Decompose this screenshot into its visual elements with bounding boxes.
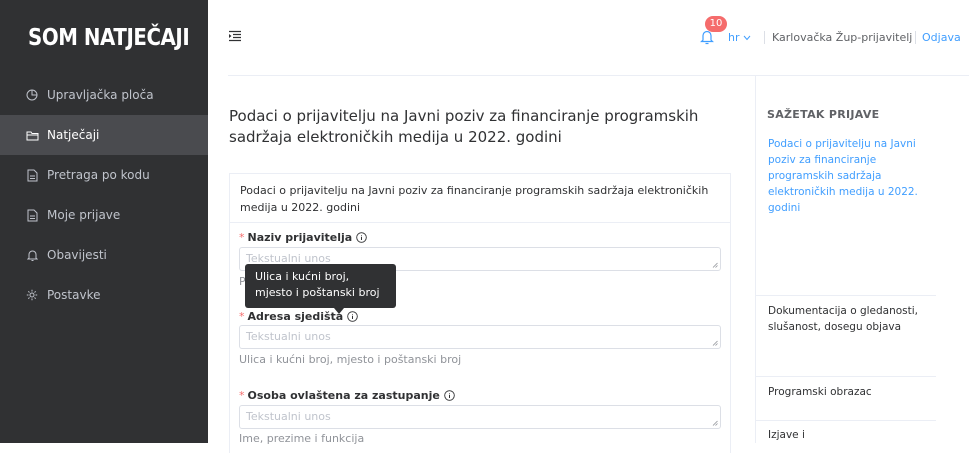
- sidebar-menu: Upravljačka ploča Natječaji Pretraga po …: [0, 75, 208, 315]
- required-marker: *: [239, 231, 245, 244]
- info-icon[interactable]: [356, 232, 367, 243]
- logout-link[interactable]: Odjava: [915, 31, 961, 44]
- required-marker: *: [239, 310, 245, 323]
- brand-logo[interactable]: SOM NATJEČAJI: [0, 0, 208, 75]
- field-label-text: Osoba ovlaštena za zastupanje: [247, 389, 440, 402]
- required-marker: *: [239, 389, 245, 402]
- form-card-header: Podaci o prijavitelju na Javni poziv za …: [230, 174, 730, 223]
- field-label-text: Naziv prijavitelja: [247, 231, 353, 244]
- gear-icon: [25, 288, 39, 302]
- textarea-wrap: [239, 325, 721, 349]
- summary-item[interactable]: Izjave i: [756, 427, 936, 443]
- field-label-naziv: * Naziv prijavitelja: [239, 231, 367, 244]
- top-header: 10 hr Karlovačka Žup-prijavitelj Odjava: [208, 0, 969, 75]
- field-hint: Ulica i kućni broj, mjesto i poštanski b…: [239, 353, 462, 366]
- sidebar-item-dashboard[interactable]: Upravljačka ploča: [0, 75, 208, 115]
- info-icon[interactable]: [347, 311, 358, 322]
- sidebar-item-label: Obavijesti: [47, 248, 107, 262]
- bell-icon: [25, 248, 39, 262]
- form-card: Podaci o prijavitelju na Javni poziv za …: [229, 173, 731, 453]
- sidebar-item-postavke[interactable]: Postavke: [0, 275, 208, 315]
- sidebar-item-obavijesti[interactable]: Obavijesti: [0, 235, 208, 275]
- document-icon: [25, 168, 39, 182]
- adresa-sjedista-input[interactable]: [239, 325, 721, 349]
- dashboard-icon: [25, 88, 39, 102]
- page-title: Podaci o prijavitelju na Javni poziv za …: [229, 107, 699, 146]
- field-hint: Ime, prezime i funkcija: [239, 432, 365, 445]
- summary-title: SAŽETAK PRIJAVE: [767, 108, 880, 121]
- field-label-text: Adresa sjedišta: [247, 310, 344, 323]
- summary-item[interactable]: Programski obrazac: [756, 384, 936, 400]
- menu-toggle-icon[interactable]: [228, 30, 242, 42]
- divider: [756, 376, 936, 377]
- info-icon[interactable]: [444, 390, 455, 401]
- language-select[interactable]: hr: [728, 31, 751, 44]
- language-label: hr: [728, 31, 740, 44]
- chevron-down-icon: [743, 35, 750, 40]
- sidebar-item-label: Upravljačka ploča: [47, 88, 154, 102]
- tooltip-arrow: [334, 308, 344, 314]
- folder-icon: [25, 128, 39, 142]
- main-content: Podaci o prijavitelju na Javni poziv za …: [208, 75, 969, 453]
- document-icon: [25, 208, 39, 222]
- sidebar-item-moje-prijave[interactable]: Moje prijave: [0, 195, 208, 235]
- sidebar-item-label: Moje prijave: [47, 208, 121, 222]
- summary-item[interactable]: Dokumentacija o gledanosti, slušanost, d…: [756, 303, 936, 335]
- tooltip: Ulica i kućni broj, mjesto i poštanski b…: [245, 264, 396, 308]
- summary-item[interactable]: Podaci o prijavitelju na Javni poziv za …: [756, 136, 936, 216]
- divider: [756, 295, 936, 296]
- sidebar-item-pretraga[interactable]: Pretraga po kodu: [0, 155, 208, 195]
- sidebar-item-label: Pretraga po kodu: [47, 168, 150, 182]
- sidebar-item-label: Postavke: [47, 288, 101, 302]
- user-name: Karlovačka Žup-prijavitelj: [764, 31, 912, 44]
- summary-panel: SAŽETAK PRIJAVE Podaci o prijavitelju na…: [755, 75, 969, 443]
- notification-badge: 10: [705, 16, 727, 32]
- textarea-wrap: [239, 405, 721, 429]
- osoba-ovlastena-input[interactable]: [239, 405, 721, 429]
- divider: [756, 420, 936, 421]
- field-label-osoba: * Osoba ovlaštena za zastupanje: [239, 389, 455, 402]
- brand-name: SOM NATJEČAJI: [28, 24, 190, 51]
- sidebar: SOM NATJEČAJI Upravljačka ploča Natječaj…: [0, 0, 208, 443]
- sidebar-item-label: Natječaji: [47, 128, 100, 142]
- sidebar-item-natjecaji[interactable]: Natječaji: [0, 115, 208, 155]
